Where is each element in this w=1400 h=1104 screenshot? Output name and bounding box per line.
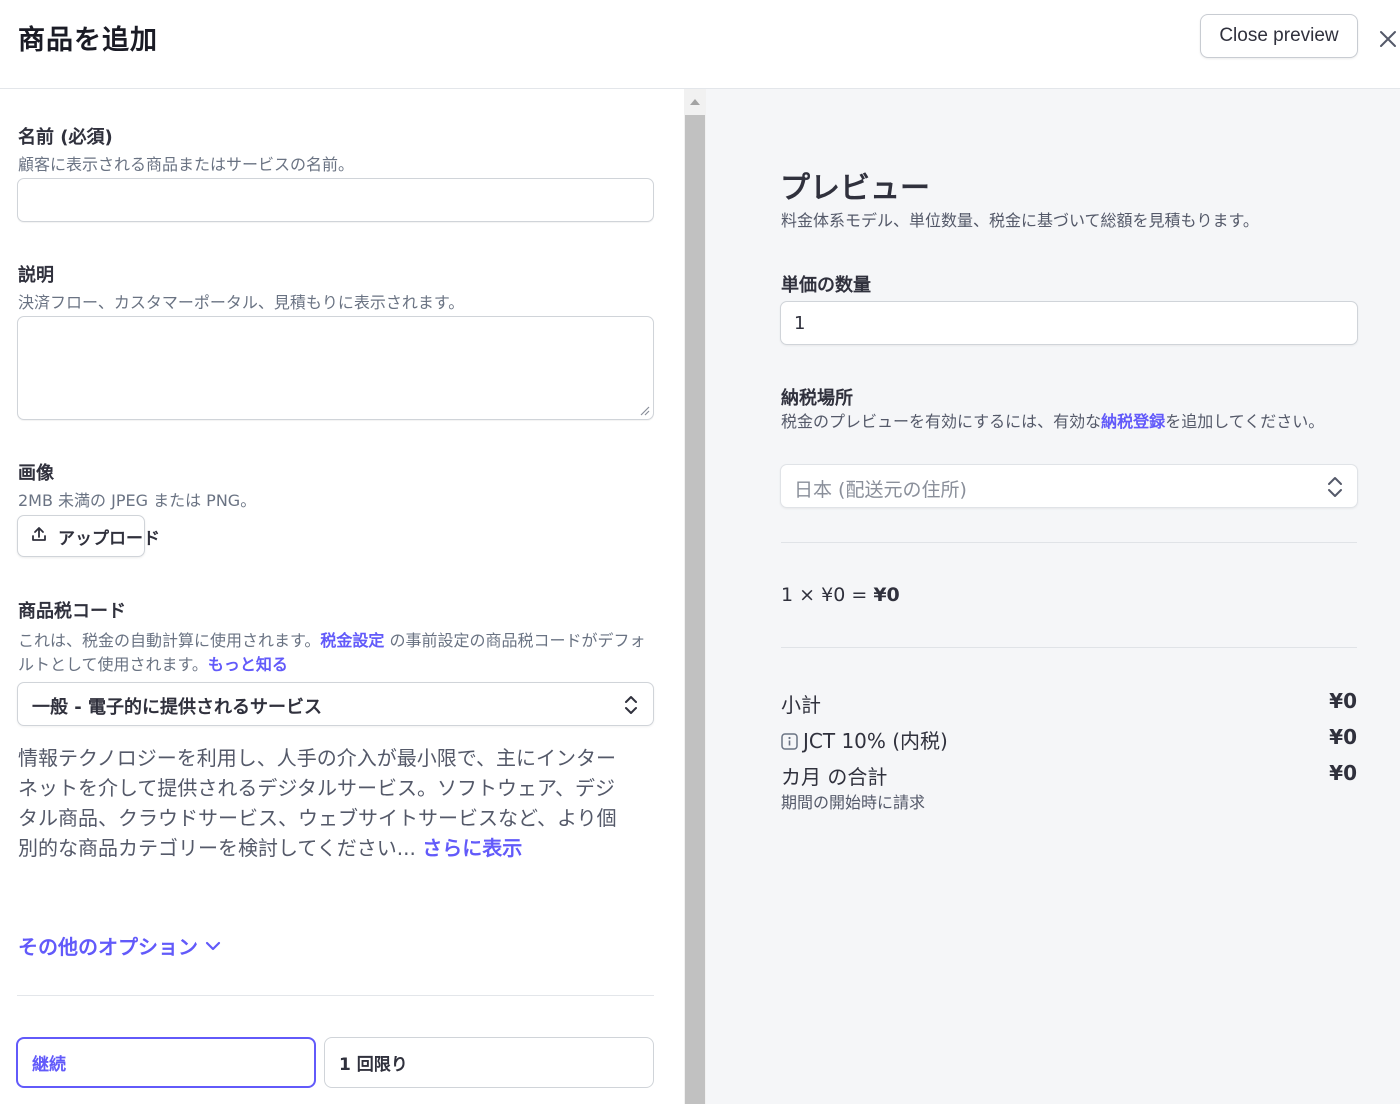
description-textarea[interactable]	[17, 316, 654, 420]
name-label: 名前 (必須)	[18, 127, 113, 148]
resize-handle-icon	[640, 406, 650, 416]
tax-code-help-text: これは、税金の自動計算に使用されます。	[18, 631, 321, 650]
tax-location-help-text: 税金のプレビューを有効にするには、有効な	[781, 412, 1102, 431]
tax-location-help: 税金のプレビューを有効にするには、有効な納税登録を追加してください。	[781, 410, 1366, 434]
calc-total: ¥0	[873, 584, 900, 606]
upload-button[interactable]: アップロード	[17, 515, 160, 557]
name-help: 顧客に表示される商品またはサービスの名前。	[18, 155, 355, 174]
subtotal-row: 小計 ¥0	[781, 689, 1357, 718]
divider	[781, 542, 1357, 543]
quantity-input[interactable]: 1	[780, 301, 1358, 345]
subtotal-value: ¥0	[1329, 689, 1357, 713]
preview-panel: プレビュー 料金体系モデル、単位数量、税金に基づいて総額を見積もります。 単価の…	[706, 89, 1400, 1104]
preview-subtitle: 料金体系モデル、単位数量、税金に基づいて総額を見積もります。	[781, 211, 1259, 230]
tax-code-description-text: 情報テクノロジーを利用し、人手の介入が最小限で、主にインターネットを介して提供さ…	[18, 746, 617, 860]
subtotal-label: 小計	[781, 693, 821, 717]
divider	[17, 995, 654, 996]
more-options-toggle[interactable]: その他のオプション	[18, 931, 222, 960]
tax-registration-link[interactable]: 納税登録	[1101, 412, 1165, 431]
page-title: 商品を追加	[18, 25, 158, 56]
scrollbar-thumb[interactable]	[685, 115, 705, 1104]
tax-location-select[interactable]: 日本 (配送元の住所)	[780, 464, 1358, 508]
chevron-updown-icon	[1325, 474, 1345, 504]
upload-icon	[30, 525, 48, 547]
monthly-total-value: ¥0	[1329, 761, 1357, 785]
billing-note: 期間の開始時に請求	[781, 793, 926, 812]
tax-location-label: 納税場所	[781, 388, 853, 409]
monthly-total-label: カ月 の合計	[781, 765, 888, 789]
image-label: 画像	[18, 463, 54, 484]
close-preview-button[interactable]: Close preview	[1200, 14, 1358, 58]
calculation-line: 1 × ¥0 = ¥0	[781, 584, 900, 606]
more-options-label: その他のオプション	[18, 935, 198, 959]
quantity-value: 1	[794, 313, 806, 334]
name-input[interactable]	[17, 178, 654, 222]
billing-recurring-option[interactable]: 継続	[16, 1037, 316, 1088]
monthly-total-row: カ月 の合計 ¥0	[781, 761, 1357, 790]
chevron-updown-icon	[621, 693, 641, 721]
tax-code-label: 商品税コード	[18, 601, 126, 622]
tax-label: JCT 10% (内税)	[803, 729, 948, 753]
quantity-label: 単価の数量	[781, 275, 871, 296]
scrollbar[interactable]	[684, 89, 706, 1104]
billing-one-time-option[interactable]: 1 回限り	[324, 1037, 654, 1088]
calc-quantity: 1	[781, 584, 794, 606]
calc-price: ¥0	[821, 584, 846, 606]
upload-label: アップロード	[58, 528, 160, 549]
show-more-link[interactable]: さらに表示	[422, 836, 522, 860]
tax-code-select[interactable]: 一般 - 電子的に提供されるサービス	[17, 682, 654, 726]
tax-code-help: これは、税金の自動計算に使用されます。税金設定 の事前設定の商品税コードがデフォ…	[18, 629, 658, 677]
divider	[781, 647, 1357, 648]
calc-equals: =	[851, 584, 868, 606]
close-icon[interactable]	[1377, 28, 1399, 50]
description-help: 決済フロー、カスタマーポータル、見積もりに表示されます。	[18, 293, 465, 312]
preview-title: プレビュー	[780, 171, 930, 206]
tax-code-description: 情報テクノロジーを利用し、人手の介入が最小限で、主にインターネットを介して提供さ…	[18, 743, 618, 863]
tax-row: JCT 10% (内税) ¥0	[781, 725, 1357, 755]
tax-value: ¥0	[1329, 725, 1357, 749]
header-bar: 商品を追加 Close preview	[0, 0, 1400, 89]
description-label: 説明	[18, 265, 54, 286]
calc-times: ×	[799, 584, 816, 606]
scroll-up-arrow-icon[interactable]	[684, 89, 706, 115]
tax-code-selected: 一般 - 電子的に提供されるサービス	[32, 697, 323, 718]
image-help: 2MB 未満の JPEG または PNG。	[18, 491, 257, 510]
tax-settings-link[interactable]: 税金設定	[320, 631, 384, 650]
tax-location-value: 日本 (配送元の住所)	[794, 479, 967, 501]
info-icon[interactable]	[781, 731, 798, 755]
tax-location-help-text-2: を追加してください。	[1165, 412, 1325, 431]
learn-more-link[interactable]: もっと知る	[208, 655, 288, 674]
chevron-down-icon	[204, 940, 222, 952]
product-form: 名前 (必須) 顧客に表示される商品またはサービスの名前。 説明 決済フロー、カ…	[0, 89, 684, 1104]
